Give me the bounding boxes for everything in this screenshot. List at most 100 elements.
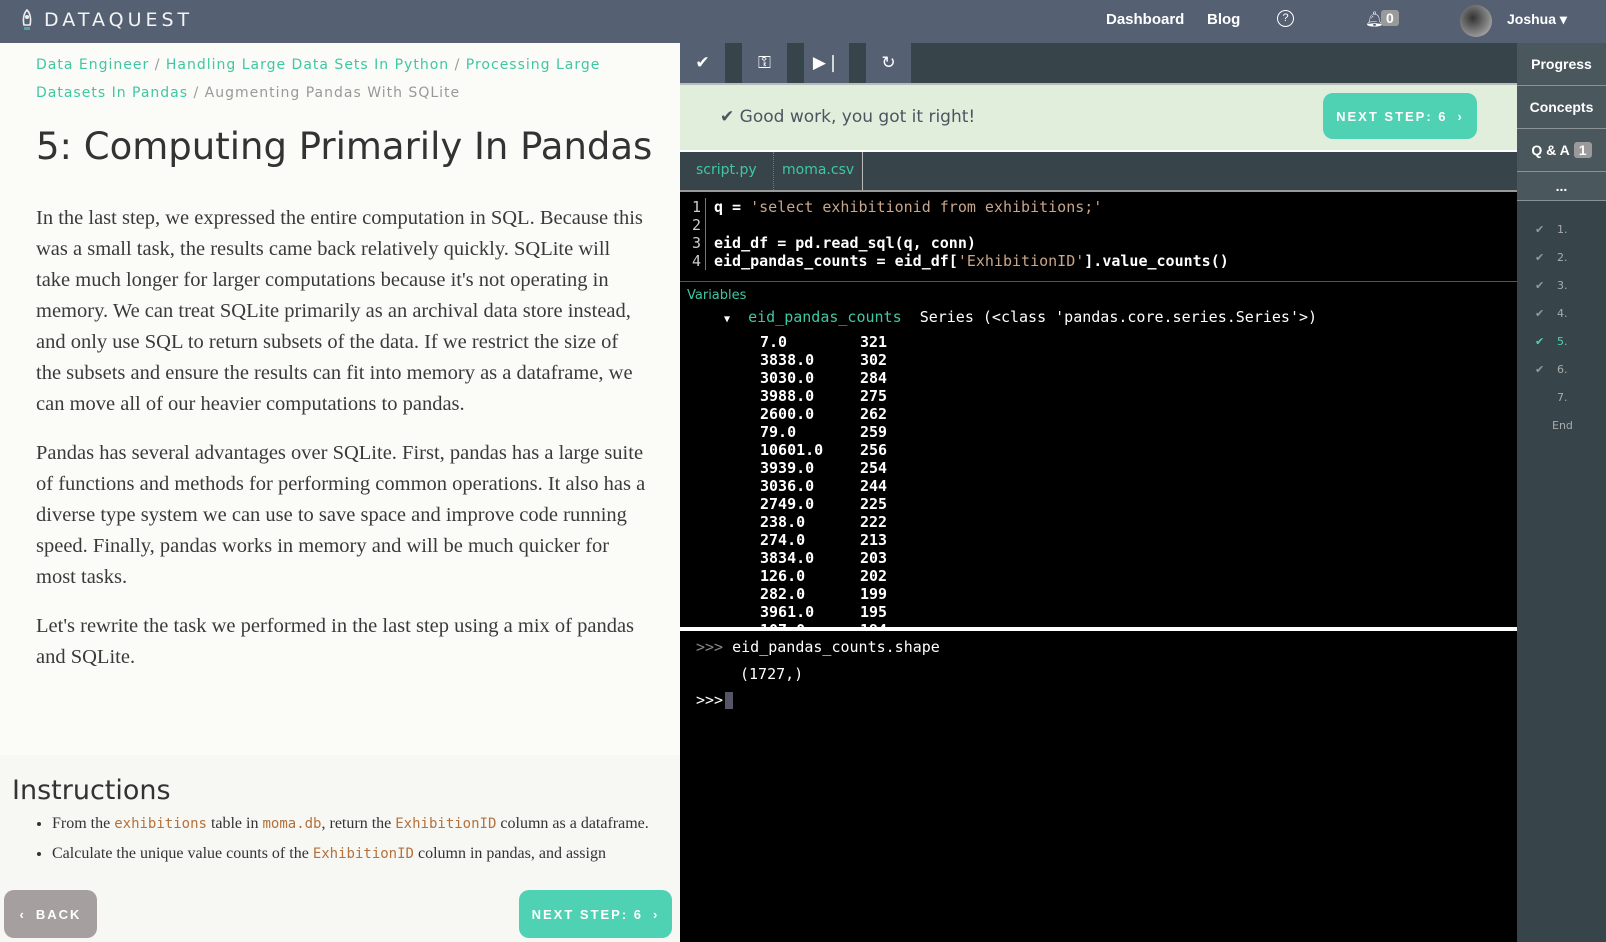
file-tabs: script.py moma.csv [680,150,1517,190]
series-row: 126.0 202 [760,567,888,585]
chevron-right-icon: › [653,906,660,922]
check-icon [1535,391,1545,404]
key-icon: ⚿ [758,53,771,72]
instructions-title: Instructions [12,775,171,806]
run-step-button[interactable]: ▶❘ [804,43,849,83]
instruction-item: From the exhibitions table in moma.db, r… [52,813,652,835]
step-link[interactable]: ✔ 5. [1535,335,1568,348]
prompt: >>> [696,638,724,656]
series-row: 3939.0 254 [760,459,888,477]
check-icon: ✔ [1535,279,1545,292]
logo[interactable]: DATAQUEST [20,9,193,31]
rocket-icon [22,9,32,30]
breadcrumb-sep: / [454,57,461,73]
series-row: 3030.0 284 [760,369,888,387]
step-link[interactable]: End [1552,419,1573,432]
editor-toolbar: ✔ ⚿ ▶❘ ↻ [680,43,1517,83]
key-button[interactable]: ⚿ [742,43,787,83]
series-row: 238.0 222 [760,513,888,531]
paragraph: In the last step, we expressed the entir… [36,207,643,415]
avatar[interactable] [1460,5,1492,37]
step-link[interactable]: ✔ 1. [1535,223,1568,236]
series-row: 274.0 213 [760,531,888,549]
reset-button[interactable]: ↻ [866,43,911,83]
chevron-left-icon: ‹ [19,906,26,922]
qa-button[interactable]: Q & A1 [1517,129,1606,172]
prompt: >>> [696,691,724,709]
next-step-button-top[interactable]: NEXT STEP: 6 › [1323,93,1477,139]
progress-button[interactable]: Progress [1517,43,1606,86]
step-link[interactable]: ✔ 3. [1535,279,1568,292]
check-icon: ✔ [1535,307,1545,320]
user-menu[interactable]: Joshua ▾ [1507,11,1567,28]
tab-moma-csv[interactable]: moma.csv [766,152,863,190]
feedback-message: Good work, you got it right! [739,107,976,127]
check-icon: ✔ [1535,251,1545,264]
series-row: 79.0 259 [760,423,888,441]
check-button[interactable]: ✔ [680,43,725,83]
console[interactable]: >>> eid_pandas_counts.shape (1727,) >>> [680,631,1517,942]
step-link[interactable]: 7. [1535,391,1568,404]
instruction-item: Calculate the unique value counts of the… [52,843,652,865]
right-rail: Progress Concepts Q & A1 ... ✔ 1. ✔ 2. ✔ 3. ✔ 4… [1517,43,1606,942]
check-icon: ✔ [1535,335,1545,348]
series-row: 282.0 199 [760,585,888,603]
series-row: 3036.0 244 [760,477,888,495]
help-icon[interactable]: ? [1277,10,1294,27]
code-editor[interactable]: 1234 q = 'select exhibitionid from exhib… [680,190,1517,281]
series-row: 2600.0 262 [760,405,888,423]
step-link[interactable]: ✔ 4. [1535,307,1568,320]
console-command: eid_pandas_counts.shape [732,638,940,656]
top-nav: DATAQUEST Dashboard Blog ? 🔔︎ 0 Joshua ▾ [0,0,1606,43]
nav-blog[interactable]: Blog [1207,11,1240,28]
breadcrumb-sep: / [193,85,200,101]
breadcrumb-sep: / [154,57,161,73]
series-row: 10601.0 256 [760,441,888,459]
user-name: Joshua [1507,11,1557,27]
chevron-right-icon: › [1457,108,1464,124]
breadcrumb-link[interactable]: Data Engineer [36,57,149,73]
concepts-button[interactable]: Concepts [1517,86,1606,129]
cursor [725,692,734,709]
step-link[interactable]: ✔ 2. [1535,251,1568,264]
refresh-icon: ↻ [881,53,896,72]
lesson-body: In the last step, we expressed the entir… [36,203,646,691]
qa-count: 1 [1573,142,1592,158]
notification-count: 0 [1381,10,1399,26]
breadcrumb: Data Engineer / Handling Large Data Sets… [36,51,656,107]
series-row: 3834.0 203 [760,549,888,567]
breadcrumb-current: Augmenting Pandas With SQLite [204,85,461,101]
nav-dashboard[interactable]: Dashboard [1106,11,1184,28]
series-row: 3988.0 275 [760,387,888,405]
step-link[interactable]: ✔ 6. [1535,363,1568,376]
page-title: 5: Computing Primarily In Pandas [36,125,653,168]
check-icon: ✔ [1535,363,1545,376]
code-text: q = 'select exhibitionid from exhibition… [714,198,1229,270]
caret-down-icon: ▾ [1559,11,1567,27]
paragraph: Pandas has several advantages over SQLit… [36,442,646,588]
variable-type: Series (<class 'pandas.core.series.Serie… [919,308,1318,326]
more-button[interactable]: ... [1517,172,1606,201]
tab-script-py[interactable]: script.py [680,152,774,190]
variables-label: Variables [687,288,747,303]
series-row: 7.0 321 [760,333,888,351]
check-icon: ✔ [1535,223,1545,236]
series-values: 7.0 321 3838.0 302 3030.0 284 3988.0 275 2600.0 2… [760,333,887,627]
back-button[interactable]: ‹ BACK [4,890,97,938]
next-step-button[interactable]: NEXT STEP: 6 › [519,890,672,938]
variables-panel: Variables ▼ eid_pandas_counts Series (<c… [680,281,1517,627]
series-row: 3961.0 195 [760,603,888,621]
series-row: 3838.0 302 [760,351,888,369]
check-icon: ✔ [695,53,710,72]
step-forward-icon: ▶❘ [812,53,841,72]
variable-name[interactable]: eid_pandas_counts [748,308,902,326]
series-row: 2749.0 225 [760,495,888,513]
lesson-panel: Data Engineer / Handling Large Data Sets… [0,43,680,942]
brand-name: DATAQUEST [44,9,194,31]
breadcrumb-link[interactable]: Handling Large Data Sets In Python [166,57,449,73]
paragraph: Let's rewrite the task we performed in t… [36,615,635,668]
expand-caret-icon[interactable]: ▼ [724,314,730,325]
console-output: (1727,) [740,665,804,683]
success-banner: ✔ Good work, you got it right! NEXT STEP… [680,83,1517,150]
check-icon: ✔ [720,107,735,127]
